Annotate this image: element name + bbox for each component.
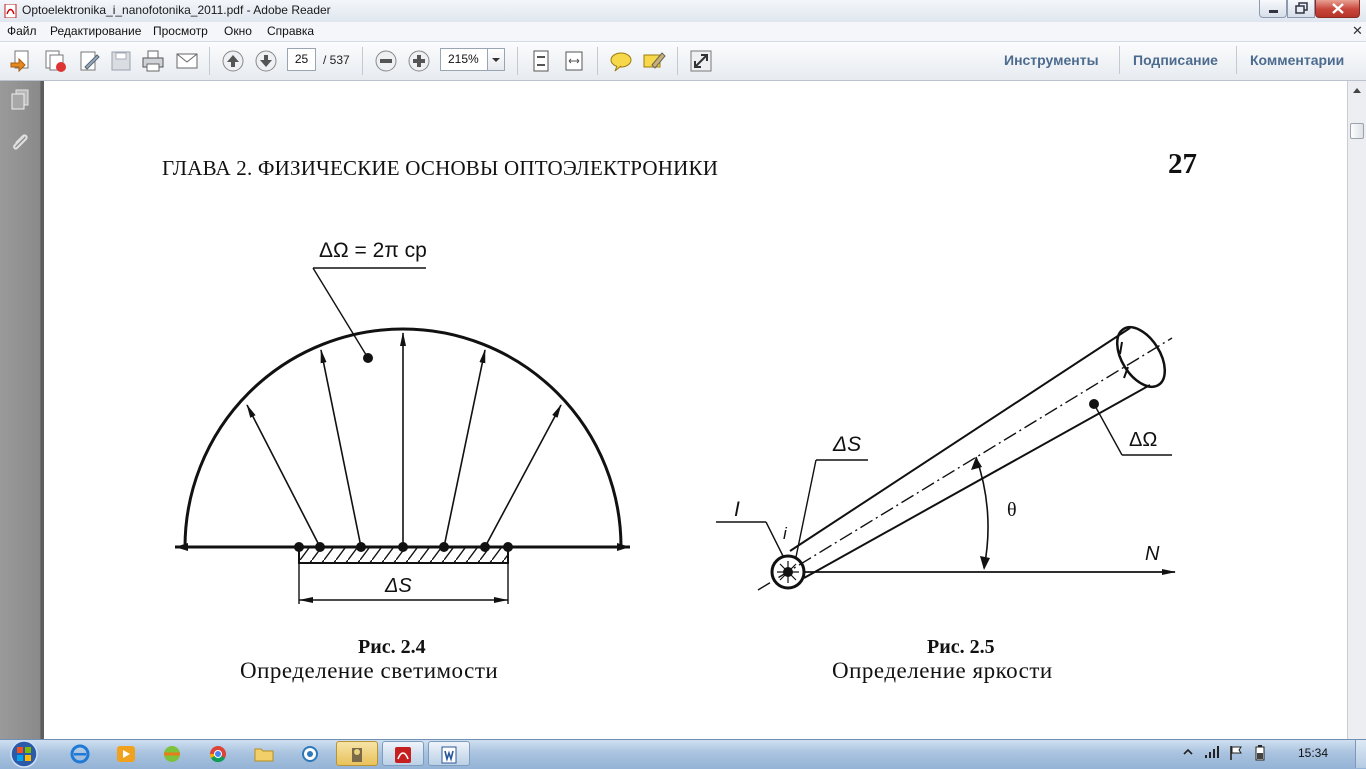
taskbar-explorer-button[interactable] — [244, 741, 284, 766]
app-globe-icon — [164, 746, 180, 762]
figure-2-4-title: Рис. 2.4 — [358, 636, 426, 658]
scroll-thumb[interactable] — [1350, 123, 1364, 139]
battery-icon[interactable] — [1254, 745, 1266, 761]
figure-2-4-caption: Определение светимости — [240, 658, 499, 683]
action-center-flag-icon[interactable] — [1228, 745, 1244, 761]
network-icon[interactable] — [1204, 745, 1220, 759]
taskbar-active-app-button[interactable] — [336, 741, 378, 766]
adobe-reader-icon — [395, 747, 411, 763]
figure-2-5-caption: Определение яркости — [832, 658, 1053, 683]
taskbar-chrome-button[interactable] — [198, 741, 238, 766]
figure-2-4-diagram — [175, 267, 630, 604]
theta-label: θ — [1007, 499, 1017, 521]
taskbar-adobe-reader-button[interactable] — [382, 741, 424, 766]
vertical-scrollbar[interactable] — [1347, 81, 1366, 739]
show-desktop-button[interactable] — [1355, 740, 1366, 768]
taskbar-media-button[interactable] — [106, 741, 146, 766]
tool-app-icon — [352, 748, 362, 762]
figures-canvas — [175, 267, 1176, 604]
taskbar-clock[interactable]: 15:34 — [1298, 746, 1328, 760]
intensity-label: I — [734, 498, 740, 521]
taskbar-word-button[interactable] — [428, 741, 470, 766]
normal-label: N — [1145, 543, 1160, 565]
scroll-up-icon[interactable] — [1350, 84, 1364, 98]
figure-2-5-diagram — [716, 326, 1176, 591]
solid-angle-label-right: ΔΩ — [1129, 429, 1158, 451]
figure-2-5-title: Рис. 2.5 — [927, 636, 995, 658]
taskbar-app2-button[interactable] — [290, 741, 330, 766]
solid-angle-label: ΔΩ = 2π ср — [319, 239, 427, 262]
internet-explorer-icon — [70, 744, 90, 764]
windows-start-icon[interactable] — [6, 740, 42, 768]
chrome-icon — [209, 746, 226, 763]
taskbar-app-button[interactable] — [152, 741, 192, 766]
intensity-small-label: i — [783, 524, 787, 543]
area-label-left: ΔS — [385, 575, 412, 597]
area-label-right: ΔS — [833, 433, 862, 456]
taskbar-ie-button[interactable] — [60, 741, 100, 766]
show-hidden-icons[interactable] — [1182, 745, 1194, 759]
folder-icon — [254, 748, 274, 762]
word-icon — [441, 746, 457, 764]
media-player-icon — [117, 746, 135, 762]
app-circle-icon — [302, 746, 318, 762]
